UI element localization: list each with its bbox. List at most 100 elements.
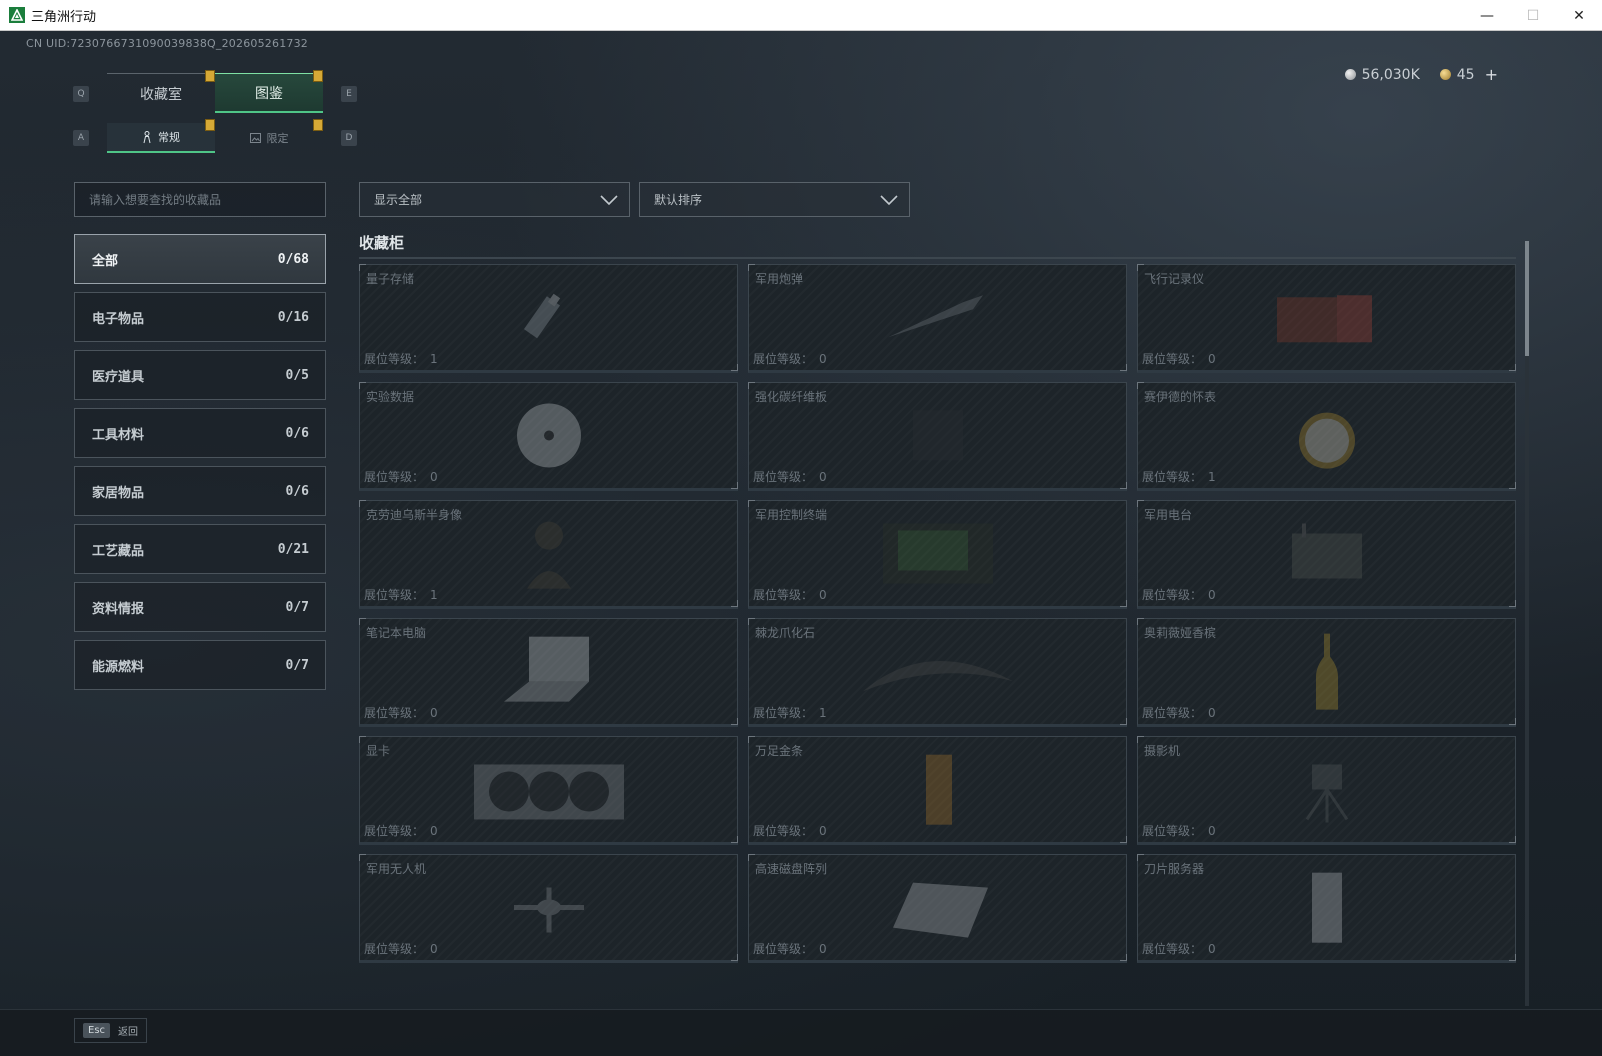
category-household[interactable]: 家居物品 0/6 (74, 466, 326, 516)
category-tools[interactable]: 工具材料 0/6 (74, 408, 326, 458)
booth-level-label: 展位等级： (753, 706, 814, 720)
category-label: 工艺藏品 (92, 543, 145, 559)
tab-marker-icon (205, 70, 215, 82)
card-item-name: 奥莉薇娅香槟 (1144, 626, 1217, 640)
booth-level-label: 展位等级： (364, 588, 425, 602)
back-button[interactable]: Esc 返回 (74, 1018, 148, 1043)
currency-bar: 56,030K 45 + (1344, 65, 1498, 84)
card-booth-level: 展位等级： 0 (1142, 350, 1216, 367)
esc-key-hint: Esc (83, 1023, 111, 1038)
sub-tabs: 常规 限定 (107, 119, 323, 153)
tab-limited[interactable]: 限定 (215, 119, 323, 153)
camera-icon (1297, 754, 1357, 828)
card-booth-level: 展位等级： 0 (753, 468, 827, 485)
category-all[interactable]: 全部 0/68 (74, 234, 326, 284)
collection-card[interactable]: 量子存储 展位等级： 1 (359, 264, 738, 373)
category-electronics[interactable]: 电子物品 0/16 (74, 292, 326, 342)
booth-level-label: 展位等级： (1142, 588, 1203, 602)
tab-collection-room[interactable]: 收藏室 (107, 70, 215, 113)
silver-coin-icon (1344, 69, 1356, 80)
card-item-name: 摄影机 (1144, 744, 1181, 758)
close-button[interactable]: ✕ (1556, 0, 1602, 31)
booth-level-label: 展位等级： (364, 470, 425, 484)
collection-card[interactable]: 笔记本电脑 展位等级： 0 (359, 618, 738, 727)
bust-statue-icon (519, 513, 579, 597)
category-label: 电子物品 (92, 311, 145, 327)
app-logo-icon (9, 7, 25, 23)
card-booth-level: 展位等级： 1 (364, 350, 438, 367)
chevron-down-icon (880, 195, 898, 206)
section-divider (359, 257, 1516, 259)
grid-scrollbar[interactable] (1525, 241, 1529, 1006)
collection-card[interactable]: 万足金条 展位等级： 0 (748, 736, 1127, 845)
tab-regular[interactable]: 常规 (107, 119, 215, 153)
sort-dropdown[interactable]: 默认排序 (639, 182, 910, 217)
collection-card[interactable]: 军用电台 展位等级： 0 (1137, 500, 1516, 609)
collection-card[interactable]: 军用控制终端 展位等级： 0 (748, 500, 1127, 609)
card-booth-level: 展位等级： 0 (753, 586, 827, 603)
collection-card[interactable]: 高速磁盘阵列 展位等级： 0 (748, 854, 1127, 963)
pocket-watch-icon (1292, 395, 1362, 479)
search-input[interactable] (89, 192, 325, 207)
collection-card[interactable]: 刀片服务器 展位等级： 0 (1137, 854, 1516, 963)
collection-card[interactable]: 赛伊德的怀表 展位等级： 1 (1137, 382, 1516, 491)
collection-grid: 量子存储 展位等级： 1 军用炮弹 展位等级： 0 飞行记录仪 展位等级： 0 实验数据 展位等级：… (359, 264, 1518, 1006)
collection-card[interactable]: 强化碳纤维板 展位等级： 0 (748, 382, 1127, 491)
collection-card[interactable]: 奥莉薇娅香槟 展位等级： 0 (1137, 618, 1516, 727)
collection-card[interactable]: 军用无人机 展位等级： 0 (359, 854, 738, 963)
graphics-card-icon (469, 754, 629, 828)
add-currency-button[interactable]: + (1485, 65, 1498, 84)
category-intel[interactable]: 资料情报 0/7 (74, 582, 326, 632)
maximize-button[interactable]: ☐ (1510, 0, 1556, 31)
tab-regular-label: 常规 (158, 131, 180, 144)
booth-level-label: 展位等级： (753, 470, 814, 484)
search-box[interactable] (74, 182, 326, 217)
booth-level-label: 展位等级： (1142, 824, 1203, 838)
collection-card[interactable]: 克劳迪乌斯半身像 展位等级： 1 (359, 500, 738, 609)
scrollbar-thumb[interactable] (1525, 241, 1529, 356)
booth-level-value: 0 (430, 470, 438, 484)
category-label: 工具材料 (92, 427, 145, 443)
collection-card[interactable]: 实验数据展位等级： 0 (359, 382, 738, 491)
claw-fossil-icon (858, 641, 1018, 705)
disk-array-icon (883, 867, 993, 951)
image-frame-icon (249, 133, 261, 143)
military-radio-icon (1282, 518, 1372, 592)
figure-icon (143, 130, 151, 143)
booth-level-label: 展位等级： (1142, 470, 1203, 484)
key-hint-d: D (341, 130, 357, 146)
carbon-plate-icon (908, 405, 968, 469)
card-booth-level: 展位等级： 0 (753, 822, 827, 839)
card-booth-level: 展位等级： 0 (1142, 822, 1216, 839)
category-label: 全部 (92, 253, 119, 269)
category-medical[interactable]: 医疗道具 0/5 (74, 350, 326, 400)
card-item-name: 克劳迪乌斯半身像 (366, 508, 463, 522)
collection-card[interactable]: 飞行记录仪展位等级： 0 (1137, 264, 1516, 373)
tab-catalog[interactable]: 图鉴 (215, 70, 323, 113)
booth-level-value: 0 (819, 470, 827, 484)
collection-card[interactable]: 摄影机展位等级： 0 (1137, 736, 1516, 845)
card-item-name: 飞行记录仪 (1144, 272, 1205, 286)
booth-level-value: 0 (819, 352, 827, 366)
tab-collection-room-label: 收藏室 (140, 86, 182, 103)
collection-card[interactable]: 棘龙爪化石 展位等级： 1 (748, 618, 1127, 727)
silver-currency: 56,030K (1344, 67, 1420, 83)
card-item-name: 军用无人机 (366, 862, 427, 876)
collection-card[interactable]: 军用炮弹 展位等级： 0 (748, 264, 1127, 373)
key-hint-e: E (341, 86, 357, 102)
card-item-name: 笔记本电脑 (366, 626, 427, 640)
card-item-name: 棘龙爪化石 (755, 626, 816, 640)
champagne-bottle-icon (1312, 631, 1342, 715)
display-filter-dropdown[interactable]: 显示全部 (359, 182, 630, 217)
collection-card[interactable]: 显卡 展位等级： 0 (359, 736, 738, 845)
booth-level-label: 展位等级： (364, 706, 425, 720)
category-energy[interactable]: 能源燃料 0/7 (74, 640, 326, 690)
tab-limited-label: 限定 (266, 132, 289, 145)
card-item-name: 实验数据 (366, 390, 415, 404)
category-crafts[interactable]: 工艺藏品 0/21 (74, 524, 326, 574)
booth-level-label: 展位等级： (1142, 942, 1203, 956)
card-item-name: 军用电台 (1144, 508, 1193, 522)
booth-level-value: 1 (430, 588, 438, 602)
artillery-shell-icon (883, 287, 993, 351)
minimize-button[interactable]: — (1464, 0, 1510, 31)
